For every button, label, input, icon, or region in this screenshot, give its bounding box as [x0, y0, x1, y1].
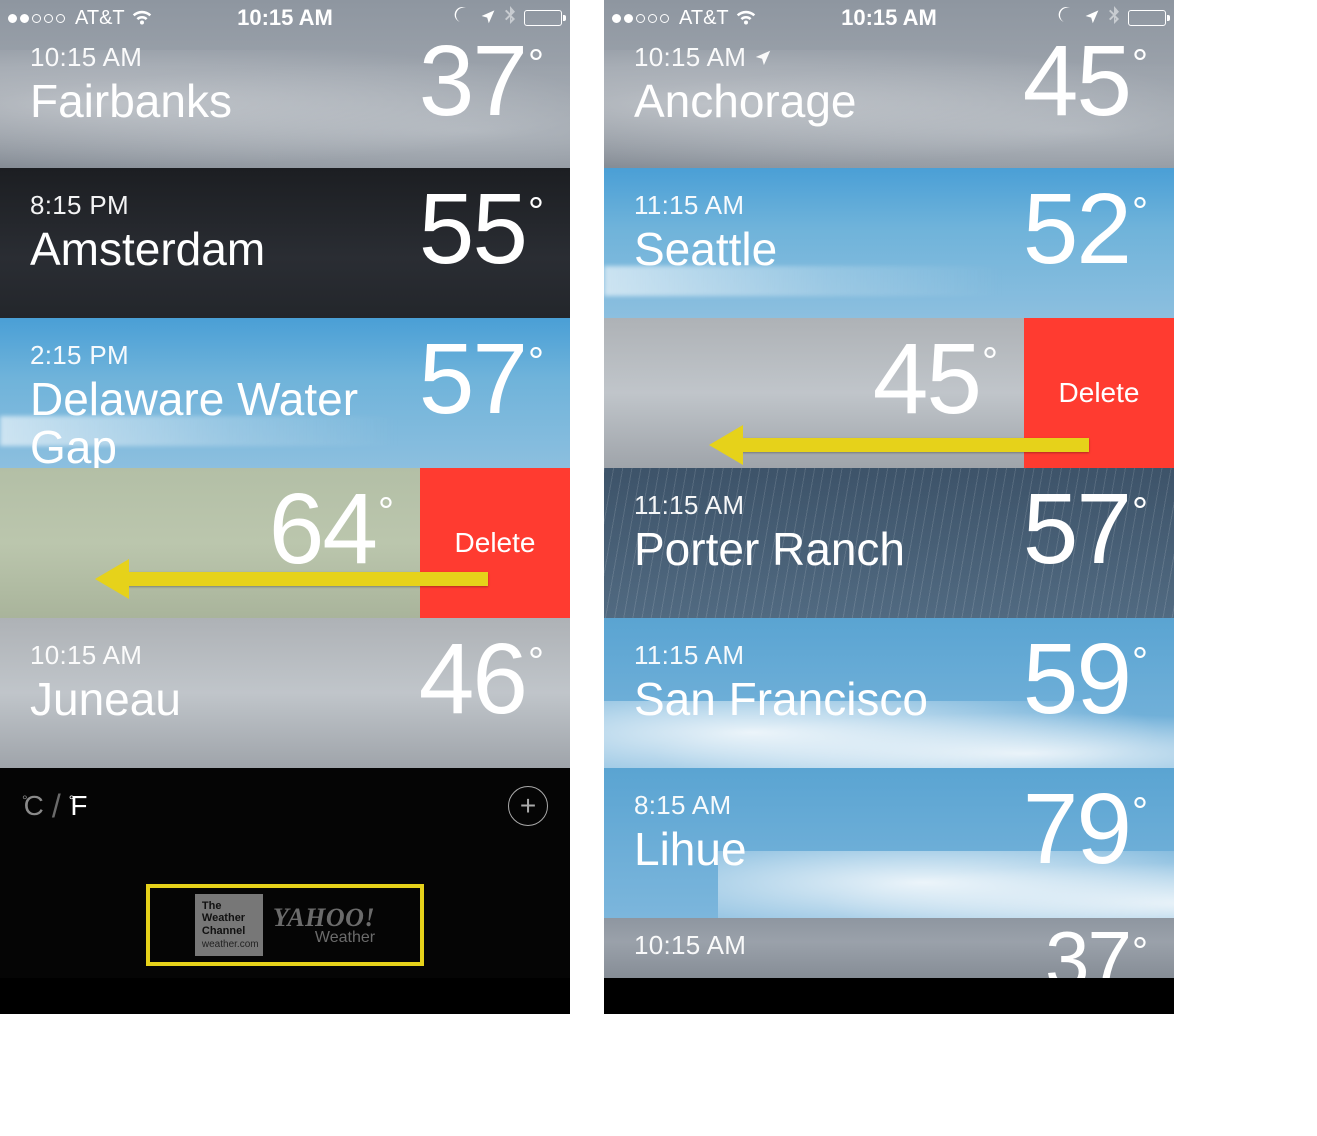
signal-dots	[8, 14, 65, 23]
battery-icon	[524, 10, 562, 26]
city-row[interactable]: 8:15 AM Lihue 79°	[604, 768, 1174, 918]
row-temp: 55	[419, 184, 526, 274]
bluetooth-icon	[1108, 6, 1120, 30]
city-row-swiped[interactable]: orage 45° Delete	[604, 318, 1174, 468]
row-city: Delaware Water Gap	[30, 375, 419, 468]
footer: °C / °F + The Weather Channel weather.co…	[0, 768, 570, 978]
row-time: 8:15 AM	[634, 790, 747, 821]
city-row[interactable]: 2:15 PM Delaware Water Gap 57°	[0, 318, 570, 468]
location-icon	[1084, 7, 1100, 30]
row-time: 10:15 AM	[30, 640, 181, 671]
phone-left: AT&T 10:15 AM 10:15 AM Fairbanks	[0, 0, 570, 1014]
city-row[interactable]: 10:15 AM Juneau 46°	[0, 618, 570, 768]
row-city: San Francisco	[634, 675, 928, 723]
row-temp: 45	[1023, 36, 1130, 126]
city-row[interactable]: 11:15 AM San Francisco 59°	[604, 618, 1174, 768]
status-time: 10:15 AM	[841, 5, 937, 31]
carrier-label: AT&T	[679, 7, 729, 30]
row-temp: 79	[1023, 784, 1130, 874]
delete-button[interactable]: Delete	[420, 468, 570, 618]
city-row-swiped[interactable]: Diego 64° Delete	[0, 468, 570, 618]
row-temp: 57	[1023, 484, 1130, 574]
row-temp: 64	[269, 484, 376, 574]
city-list: AT&T 10:15 AM 10:15 AM Fairbanks	[0, 0, 570, 768]
row-temp: 57	[419, 334, 526, 424]
row-time: 10:15 AM	[634, 42, 857, 73]
row-time: 11:15 AM	[634, 490, 905, 521]
carrier-label: AT&T	[75, 7, 125, 30]
bluetooth-icon	[504, 6, 516, 30]
row-city: Porter Ranch	[634, 525, 905, 573]
status-time: 10:15 AM	[237, 5, 333, 31]
row-temp: 46	[419, 634, 526, 724]
city-row[interactable]: AT&T 10:15 AM 10:15 AM Fairbanks	[0, 0, 570, 168]
row-time: 10:15 AM	[634, 930, 746, 961]
wifi-icon	[735, 10, 757, 26]
city-row[interactable]: AT&T 10:15 AM 10:15 AM Anchorage	[604, 0, 1174, 168]
row-temp: 45	[873, 334, 980, 424]
status-bar: AT&T 10:15 AM	[604, 0, 1174, 36]
row-city: Juneau	[30, 675, 181, 723]
signal-dots	[612, 14, 669, 23]
current-location-icon	[754, 42, 772, 73]
city-row[interactable]: 10:15 AM 37°	[604, 918, 1174, 978]
row-time: 10:15 AM	[30, 42, 232, 73]
row-city: Amsterdam	[30, 225, 265, 273]
city-row[interactable]: 11:15 AM Porter Ranch 57°	[604, 468, 1174, 618]
city-row[interactable]: 11:15 AM Seattle 52°	[604, 168, 1174, 318]
attribution-highlight: The Weather Channel weather.com YAHOO! W…	[146, 884, 424, 966]
row-temp: 59	[1023, 634, 1130, 724]
row-time: 11:15 AM	[634, 640, 928, 671]
city-row[interactable]: 8:15 PM Amsterdam 55°	[0, 168, 570, 318]
phone-right: AT&T 10:15 AM 10:15 AM Anchorage	[604, 0, 1174, 1014]
swipe-arrow-annotation	[739, 438, 1089, 452]
row-city: Anchorage	[634, 77, 857, 125]
city-list: AT&T 10:15 AM 10:15 AM Anchorage	[604, 0, 1174, 978]
row-time: 2:15 PM	[30, 340, 419, 371]
dnd-icon	[1058, 6, 1076, 30]
battery-icon	[1128, 10, 1166, 26]
dnd-icon	[454, 6, 472, 30]
unit-toggle[interactable]: °C / °F	[22, 788, 87, 825]
status-bar: AT&T 10:15 AM	[0, 0, 570, 36]
add-city-button[interactable]: +	[508, 786, 548, 826]
weather-channel-logo[interactable]: The Weather Channel weather.com	[195, 894, 263, 955]
wifi-icon	[131, 10, 153, 26]
row-city: Fairbanks	[30, 77, 232, 125]
row-temp: 52	[1023, 184, 1130, 274]
row-time: 8:15 PM	[30, 190, 265, 221]
row-temp: 37	[419, 36, 526, 126]
row-temp: 37	[1045, 924, 1130, 978]
location-icon	[480, 7, 496, 30]
yahoo-weather-logo[interactable]: YAHOO! Weather	[273, 903, 375, 947]
row-time: 11:15 AM	[634, 190, 777, 221]
row-city: Seattle	[634, 225, 777, 273]
swipe-arrow-annotation	[125, 572, 488, 586]
row-city: Lihue	[634, 825, 747, 873]
